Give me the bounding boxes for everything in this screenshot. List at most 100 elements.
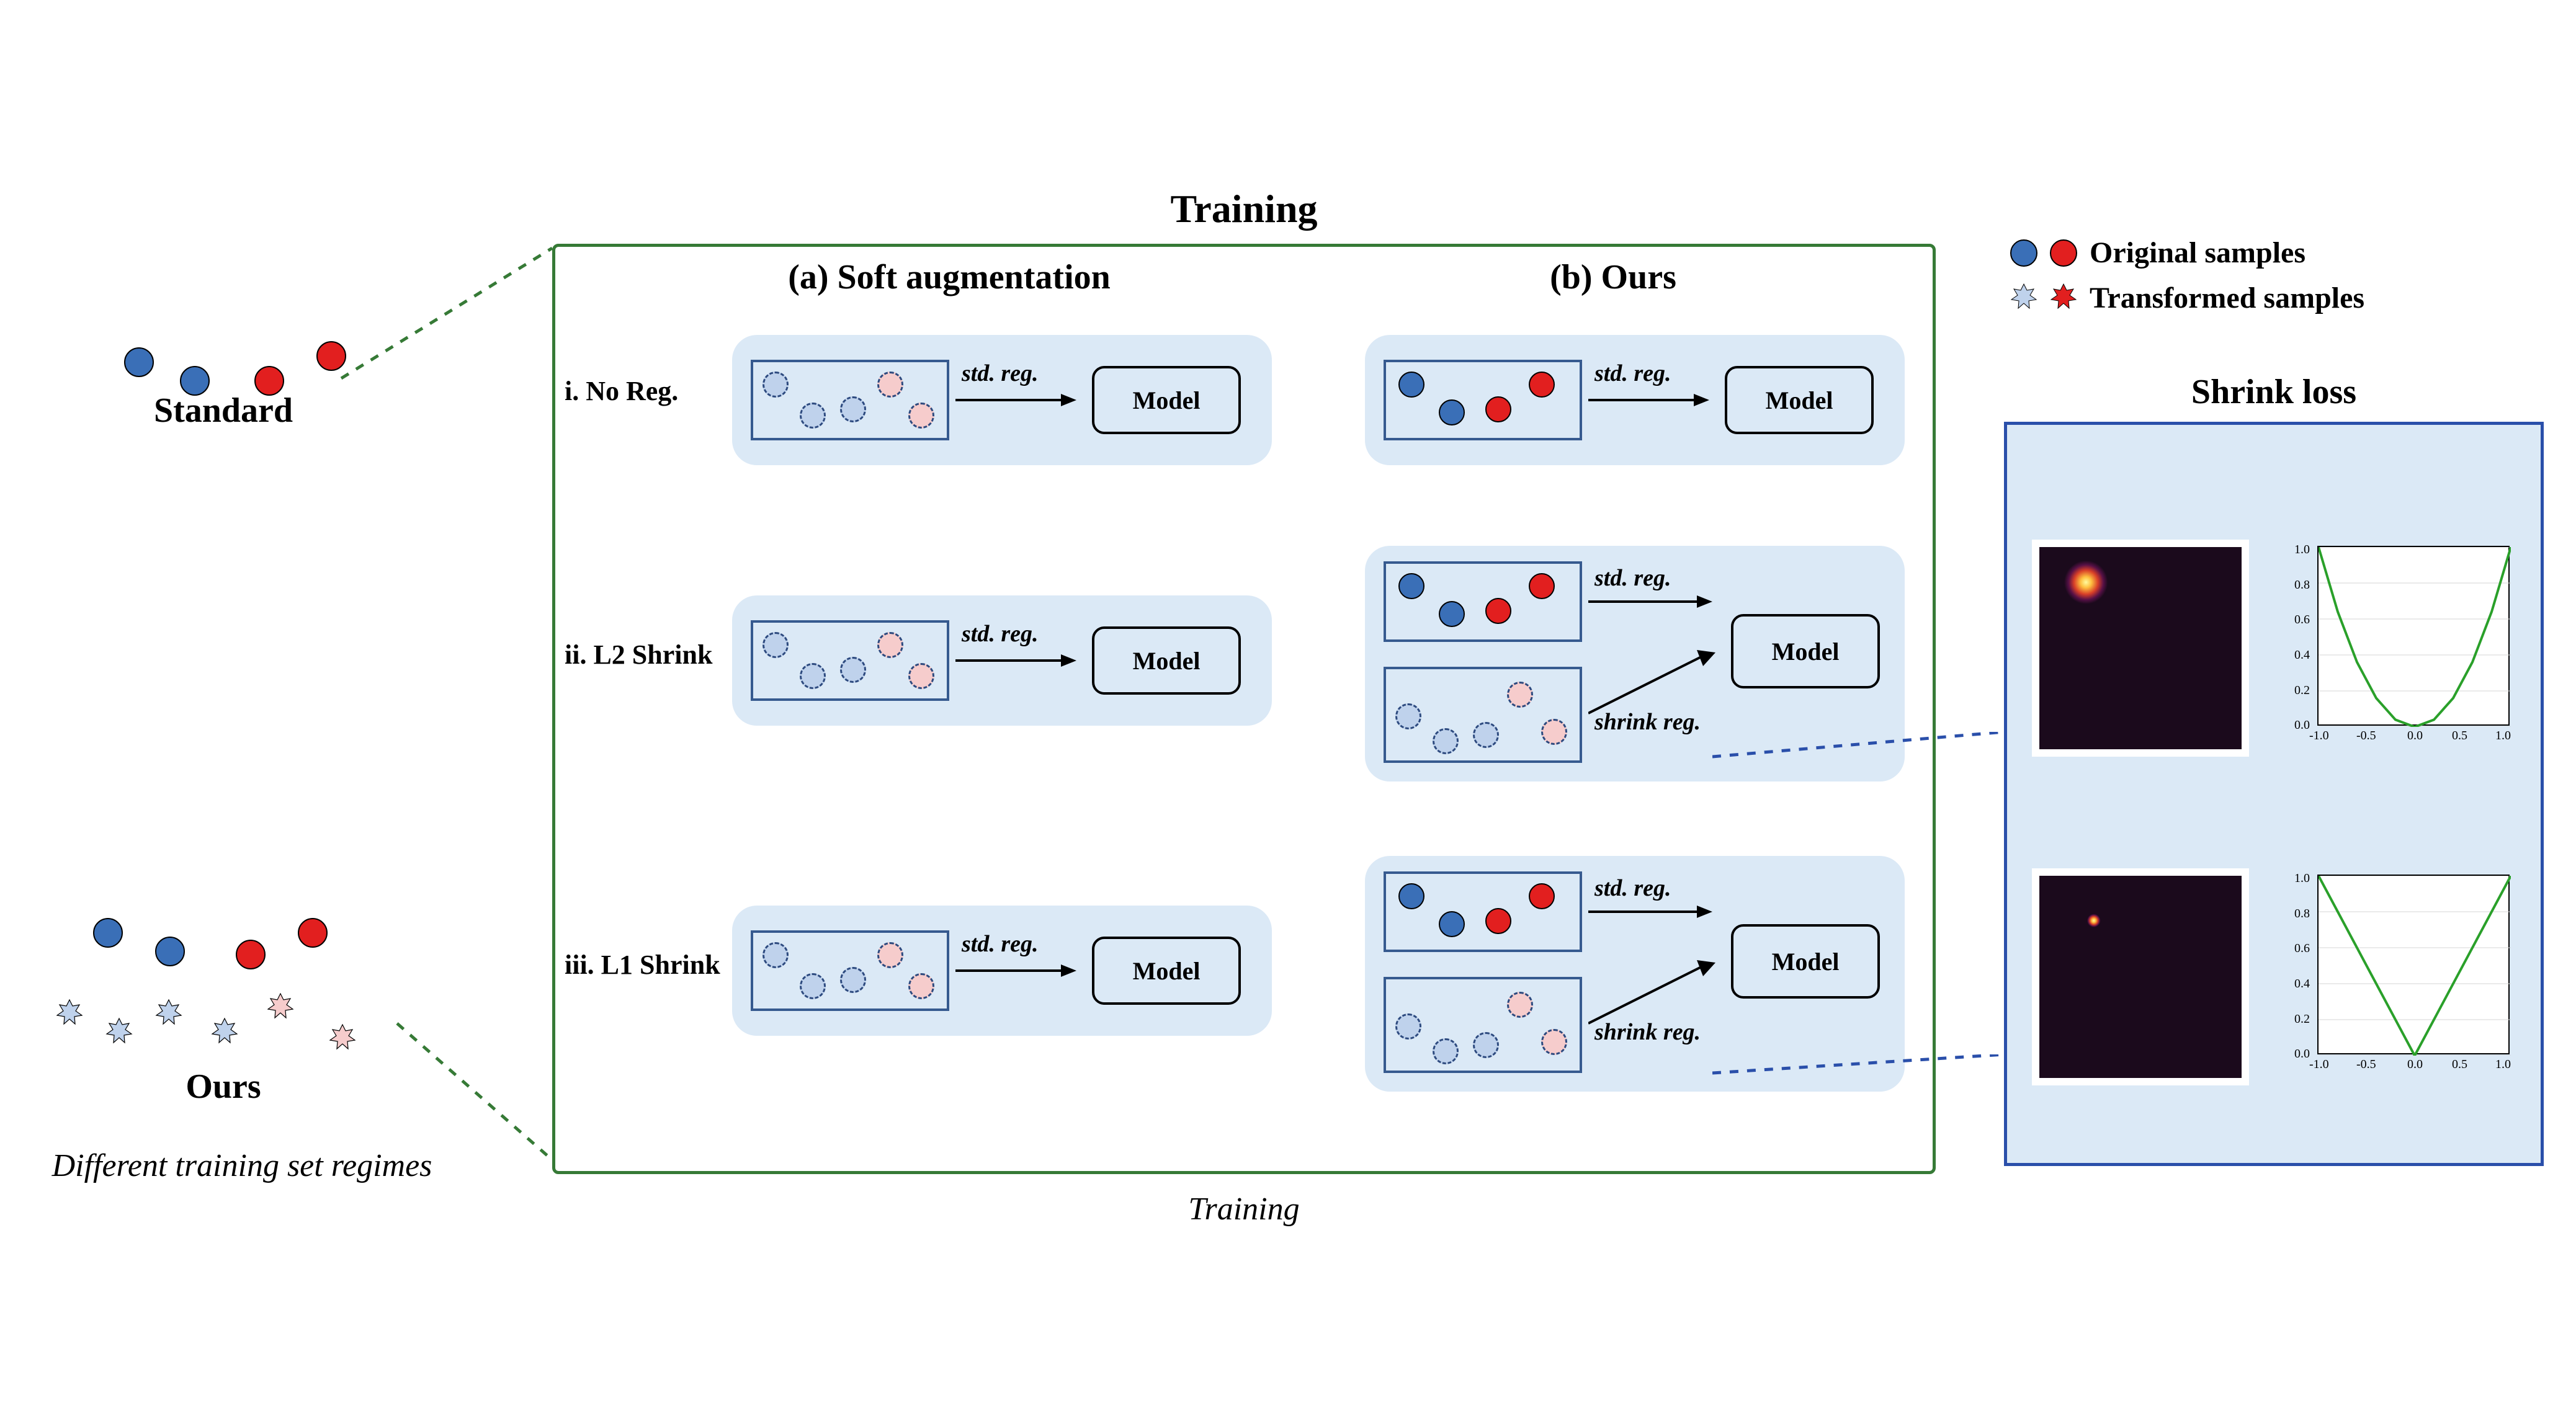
sample-dot [1433, 1038, 1459, 1064]
sample-dot [1473, 722, 1499, 748]
legend: Original samples Transformed samples [2010, 236, 2364, 315]
model-box: Model [1092, 937, 1241, 1005]
blue-connector-l1 [1712, 1054, 2041, 1116]
plot-l1: 0.0 0.2 0.4 0.6 0.8 1.0 -1.0 -0.5 0.0 0.… [2283, 868, 2519, 1085]
sample-dot [840, 657, 866, 683]
plot-l2-svg [2319, 547, 2511, 727]
sample-dot [908, 403, 934, 429]
model-label: Model [1133, 646, 1201, 675]
model-box: Model [1731, 924, 1880, 999]
dot-red [298, 918, 328, 948]
legend-row-transformed: Transformed samples [2010, 281, 2364, 315]
sample-dot [840, 396, 866, 422]
dot-red [236, 940, 266, 969]
standard-samples [112, 329, 372, 403]
sample-dot [1398, 573, 1424, 599]
model-label: Model [1133, 386, 1201, 415]
arrow-icon [1588, 955, 1725, 1030]
legend-transformed-label: Transformed samples [2090, 281, 2364, 315]
dot-blue [180, 366, 210, 396]
sample-dot [763, 372, 789, 398]
green-title: Training [552, 186, 1936, 232]
sample-dot [1485, 908, 1511, 934]
ann-stdreg: std. reg. [962, 930, 1039, 958]
model-box: Model [1092, 626, 1241, 695]
ann-stdreg: std. reg. [1594, 875, 1671, 902]
samplebox [751, 360, 949, 440]
sample-dot [908, 973, 934, 999]
legend-star-blue [2010, 283, 2037, 313]
sample-dot [877, 632, 903, 658]
sample-dot [1529, 883, 1555, 909]
sample-dot [1398, 372, 1424, 398]
sample-dot [800, 973, 826, 999]
samplebox-orig [1384, 871, 1582, 952]
sample-dot [1529, 573, 1555, 599]
sample-dot [1485, 396, 1511, 422]
sample-dot [1433, 728, 1459, 754]
col-header-ours: (b) Ours [1334, 257, 1892, 297]
legend-row-original: Original samples [2010, 236, 2364, 270]
sample-dot [1485, 598, 1511, 624]
card-soft-l2: std. reg. Model [732, 595, 1272, 726]
ann-stdreg: std. reg. [962, 360, 1039, 387]
samplebox [1384, 360, 1582, 440]
card-ours-noreg: std. reg. Model [1365, 335, 1905, 465]
row-l1: iii. L1 Shrink [565, 949, 726, 981]
samplebox [751, 620, 949, 701]
model-label: Model [1772, 947, 1840, 976]
dot-blue [124, 347, 154, 377]
legend-dot-blue [2010, 239, 2037, 267]
sample-dot [1507, 682, 1533, 708]
samplebox-trans [1384, 667, 1582, 763]
row-l2: ii. L2 Shrink [565, 639, 726, 670]
arrow-icon [1588, 388, 1712, 412]
arrow-icon [1588, 589, 1719, 614]
sample-dot [1439, 601, 1465, 627]
dot-blue [93, 918, 123, 948]
model-label: Model [1133, 956, 1201, 986]
model-label: Model [1766, 386, 1833, 415]
card-soft-noreg: std. reg. Model [732, 335, 1272, 465]
sample-dot [763, 632, 789, 658]
caption-training: Training [552, 1191, 1936, 1227]
ann-stdreg: std. reg. [1594, 564, 1671, 592]
col-header-soft: (a) Soft augmentation [670, 257, 1228, 297]
arrow-icon [1588, 645, 1725, 719]
model-box: Model [1092, 366, 1241, 434]
blue-title: Shrink loss [2004, 372, 2544, 412]
sample-dot [877, 372, 903, 398]
row-noreg: i. No Reg. [565, 375, 726, 407]
model-label: Model [1772, 637, 1840, 666]
arrow-icon [955, 388, 1080, 412]
ann-stdreg: std. reg. [962, 620, 1039, 648]
legend-original-label: Original samples [2090, 236, 2305, 270]
model-box: Model [1731, 614, 1880, 688]
sample-dot [763, 942, 789, 968]
heatmap-l1 [2032, 868, 2249, 1085]
dot-red [254, 366, 284, 396]
sample-dot [908, 663, 934, 689]
sample-dot [840, 967, 866, 993]
card-soft-l1: std. reg. Model [732, 906, 1272, 1036]
arrow-icon [1588, 899, 1719, 924]
sample-dot [1439, 911, 1465, 937]
arrow-icon [955, 648, 1080, 673]
sample-dot [1395, 1013, 1421, 1040]
heatmap-l2 [2032, 540, 2249, 757]
sample-dot [1541, 719, 1567, 745]
plot-l1-svg [2319, 876, 2511, 1056]
sample-dot [877, 942, 903, 968]
sample-dot [1473, 1032, 1499, 1058]
dot-blue [155, 937, 185, 966]
sample-dot [800, 663, 826, 689]
sample-dot [1507, 992, 1533, 1018]
sample-dot [1529, 372, 1555, 398]
sample-dot [1398, 883, 1424, 909]
blue-connector-l2 [1712, 732, 2041, 806]
model-box: Model [1725, 366, 1874, 434]
plot-l2: 0.0 0.2 0.4 0.6 0.8 1.0 -1.0 -0.5 0.0 0.… [2283, 540, 2519, 757]
legend-dot-red [2050, 239, 2077, 267]
sample-dot [1541, 1029, 1567, 1055]
sample-dot [1439, 399, 1465, 425]
